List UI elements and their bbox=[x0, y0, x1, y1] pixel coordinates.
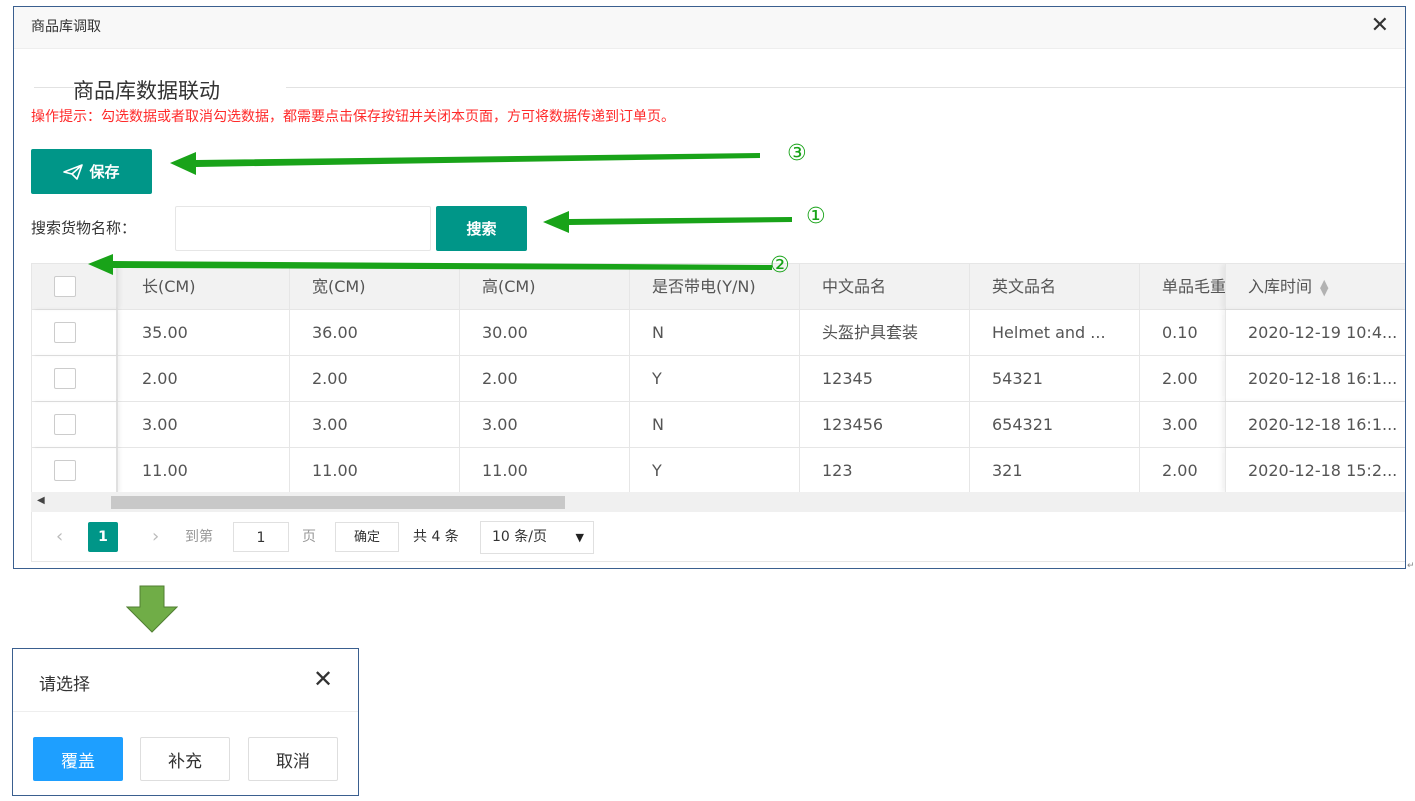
supplement-button[interactable]: 补充 bbox=[140, 737, 230, 781]
cell-length: 3.00 bbox=[120, 402, 290, 447]
section-title: 商品库数据联动 bbox=[73, 79, 220, 103]
save-button-label: 保存 bbox=[89, 163, 120, 181]
cell-en-name: 654321 bbox=[970, 402, 1140, 447]
cell-height: 3.00 bbox=[460, 402, 630, 447]
operation-tip: 操作提示：勾选数据或者取消勾选数据，都需要点击保存按钮并关闭本页面，方可将数据传… bbox=[31, 109, 675, 125]
prev-page-icon[interactable]: ‹ bbox=[56, 522, 63, 552]
window-titlebar: 商品库调取 ✕ bbox=[14, 7, 1405, 49]
cell-width: 3.00 bbox=[290, 402, 460, 447]
horizontal-scrollbar[interactable]: ◀ bbox=[31, 492, 1405, 512]
row-checkbox[interactable] bbox=[54, 368, 76, 389]
cell-time: 2020-12-18 15:2... bbox=[1225, 448, 1405, 493]
dialog-title: 请选择 bbox=[39, 675, 90, 695]
search-button[interactable]: 搜索 bbox=[436, 206, 527, 251]
row-checkbox-cell bbox=[32, 448, 118, 493]
cell-en-name: 54321 bbox=[970, 356, 1140, 401]
column-header-length[interactable]: 长(CM) bbox=[120, 264, 290, 309]
page-size-select[interactable]: 10 条/页 ▼ bbox=[480, 521, 594, 554]
row-checkbox[interactable] bbox=[54, 414, 76, 435]
cell-height: 2.00 bbox=[460, 356, 630, 401]
cancel-button[interactable]: 取消 bbox=[248, 737, 338, 781]
save-button[interactable]: 保存 bbox=[31, 149, 152, 194]
row-checkbox-cell bbox=[32, 310, 118, 355]
flow-down-arrow-icon bbox=[126, 585, 178, 633]
cell-width: 36.00 bbox=[290, 310, 460, 355]
scroll-left-arrow-icon[interactable]: ◀ bbox=[37, 495, 45, 506]
goto-confirm-button[interactable]: 确定 bbox=[335, 522, 399, 552]
window-title: 商品库调取 bbox=[31, 19, 101, 35]
cell-time: 2020-12-18 16:1... bbox=[1225, 402, 1405, 447]
table-header-row: 长(CM) 宽(CM) 高(CM) 是否带电(Y/N) 中文品名 英文品名 单品… bbox=[32, 264, 1405, 310]
header-checkbox-cell bbox=[32, 264, 118, 309]
paper-plane-icon bbox=[63, 163, 84, 180]
page-label: 页 bbox=[302, 529, 316, 545]
sort-icon[interactable]: ▲ ▼ bbox=[1320, 278, 1328, 297]
fieldset-divider bbox=[34, 87, 74, 88]
column-header-width[interactable]: 宽(CM) bbox=[290, 264, 460, 309]
annotation-step-1: ① bbox=[806, 204, 826, 229]
cell-cn-name: 123456 bbox=[800, 402, 970, 447]
fieldset-divider bbox=[286, 87, 1405, 88]
cell-battery: Y bbox=[630, 448, 800, 493]
annotation-step-2: ② bbox=[770, 253, 790, 278]
cell-height: 30.00 bbox=[460, 310, 630, 355]
choose-dialog: 请选择 ✕ 覆盖 补充 取消 bbox=[12, 648, 359, 796]
cell-battery: N bbox=[630, 402, 800, 447]
cell-length: 2.00 bbox=[120, 356, 290, 401]
cell-width: 11.00 bbox=[290, 448, 460, 493]
row-checkbox-cell bbox=[32, 402, 118, 447]
cell-height: 11.00 bbox=[460, 448, 630, 493]
total-count: 共 4 条 bbox=[413, 529, 459, 545]
annotation-step-3: ③ bbox=[787, 141, 807, 166]
select-all-checkbox[interactable] bbox=[54, 276, 76, 297]
table-row[interactable]: 2.00 2.00 2.00 Y 12345 54321 2.00 2020-1… bbox=[32, 356, 1405, 402]
next-page-icon[interactable]: › bbox=[152, 522, 159, 552]
cell-time: 2020-12-18 16:1... bbox=[1225, 356, 1405, 401]
page-size-value: 10 条/页 bbox=[492, 529, 547, 545]
goto-label: 到第 bbox=[185, 529, 213, 545]
overwrite-button[interactable]: 覆盖 bbox=[33, 737, 123, 781]
table-row[interactable]: 11.00 11.00 11.00 Y 123 321 2.00 2020-12… bbox=[32, 448, 1405, 494]
column-header-en-name[interactable]: 英文品名 bbox=[970, 264, 1140, 309]
cell-length: 11.00 bbox=[120, 448, 290, 493]
cell-en-name: 321 bbox=[970, 448, 1140, 493]
cell-en-name: Helmet and ... bbox=[970, 310, 1140, 355]
row-checkbox-cell bbox=[32, 356, 118, 401]
goto-page-input[interactable]: 1 bbox=[233, 522, 289, 552]
close-icon[interactable]: ✕ bbox=[1371, 13, 1389, 39]
paragraph-mark: ↵ bbox=[1407, 561, 1415, 571]
cell-time: 2020-12-19 10:4... bbox=[1225, 310, 1405, 355]
goods-table: 长(CM) 宽(CM) 高(CM) 是否带电(Y/N) 中文品名 英文品名 单品… bbox=[31, 263, 1405, 512]
main-window: 商品库调取 ✕ 商品库数据联动 操作提示：勾选数据或者取消勾选数据，都需要点击保… bbox=[13, 6, 1406, 569]
cell-cn-name: 头盔护具套装 bbox=[800, 310, 970, 355]
column-header-time[interactable]: 入库时间 ▲ ▼ bbox=[1225, 264, 1405, 309]
page-number-current[interactable]: 1 bbox=[88, 522, 118, 552]
cell-length: 35.00 bbox=[120, 310, 290, 355]
row-checkbox[interactable] bbox=[54, 322, 76, 343]
table-row[interactable]: 35.00 36.00 30.00 N 头盔护具套装 Helmet and ..… bbox=[32, 310, 1405, 356]
row-checkbox[interactable] bbox=[54, 460, 76, 481]
cell-cn-name: 123 bbox=[800, 448, 970, 493]
cell-cn-name: 12345 bbox=[800, 356, 970, 401]
scrollbar-thumb[interactable] bbox=[111, 496, 565, 509]
search-label: 搜索货物名称： bbox=[31, 219, 137, 237]
caret-down-icon: ▼ bbox=[575, 531, 584, 544]
close-icon[interactable]: ✕ bbox=[313, 666, 333, 692]
cell-battery: N bbox=[630, 310, 800, 355]
search-input[interactable] bbox=[175, 206, 431, 251]
column-header-height[interactable]: 高(CM) bbox=[460, 264, 630, 309]
column-header-time-label: 入库时间 bbox=[1248, 277, 1313, 296]
pagination: ‹ 1 › 到第 1 页 确定 共 4 条 10 条/页 ▼ bbox=[31, 512, 1405, 562]
cell-width: 2.00 bbox=[290, 356, 460, 401]
cell-battery: Y bbox=[630, 356, 800, 401]
dialog-header: 请选择 ✕ bbox=[13, 649, 358, 712]
table-row[interactable]: 3.00 3.00 3.00 N 123456 654321 3.00 2020… bbox=[32, 402, 1405, 448]
column-header-cn-name[interactable]: 中文品名 bbox=[800, 264, 970, 309]
